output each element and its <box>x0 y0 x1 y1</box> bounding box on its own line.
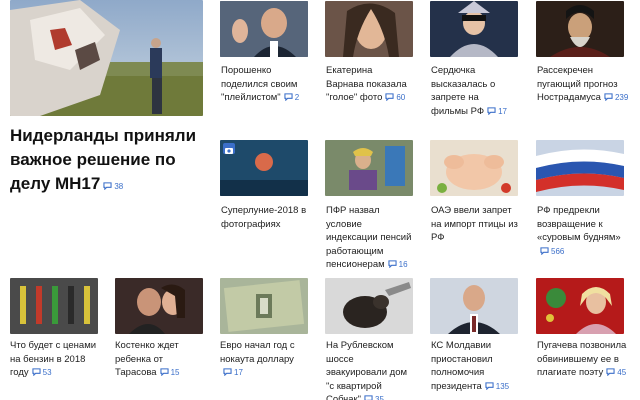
news-thumbnail[interactable] <box>536 1 624 57</box>
comment-count[interactable]: 53 <box>32 366 52 380</box>
comment-icon <box>385 93 394 102</box>
comment-count[interactable]: 566 <box>540 245 564 259</box>
news-caption[interactable]: Сердючка высказалась о запрете на фильмы… <box>431 64 517 118</box>
comment-count[interactable]: 17 <box>487 105 507 119</box>
comment-count[interactable]: 38 <box>103 175 123 199</box>
news-caption[interactable]: ПФР назвал условие индексации пенсий раб… <box>326 204 414 272</box>
news-thumbnail[interactable] <box>220 1 308 57</box>
comment-icon <box>160 368 169 377</box>
lead-news-image[interactable] <box>10 0 203 116</box>
news-headline[interactable]: Суперлуние-2018 в фотографиях <box>221 205 306 230</box>
comment-icon <box>604 93 613 102</box>
news-thumbnail[interactable] <box>220 140 308 196</box>
comment-count[interactable]: 17 <box>223 366 243 380</box>
comment-count[interactable]: 239 <box>604 91 628 105</box>
news-caption[interactable]: Суперлуние-2018 в фотографиях <box>221 204 307 231</box>
news-caption[interactable]: ОАЭ ввели запрет на импорт птицы из РФ <box>431 204 523 245</box>
news-thumbnail[interactable] <box>536 140 624 196</box>
news-caption[interactable]: Евро начал год с нокаута доллару17 <box>220 339 306 380</box>
news-thumbnail[interactable] <box>220 278 308 334</box>
news-headline[interactable]: Евро начал год с нокаута доллару <box>220 340 295 365</box>
news-caption[interactable]: Пугачева позвонила обвинившему ее в плаг… <box>537 339 627 380</box>
news-thumbnail[interactable] <box>325 278 413 334</box>
comment-count[interactable]: 15 <box>160 366 180 380</box>
news-caption[interactable]: Что будет с ценами на бензин в 2018 году… <box>10 339 98 380</box>
news-headline[interactable]: Сердючка высказалась о запрете на фильмы… <box>431 65 495 117</box>
lead-news-title[interactable]: Нидерланды приняли важное решение по дел… <box>10 124 205 199</box>
comment-count[interactable]: 2 <box>284 91 299 105</box>
news-caption[interactable]: Рассекречен пугающий прогноз Нострадамус… <box>537 64 629 105</box>
comment-icon <box>540 246 549 255</box>
news-headline[interactable]: На Рублевском шоссе эвакуировали дом "с … <box>326 340 407 400</box>
news-thumbnail[interactable] <box>325 1 413 57</box>
comment-count[interactable]: 16 <box>388 258 408 272</box>
news-caption[interactable]: РФ предрекли возвращение к «суровым будн… <box>537 204 623 258</box>
comment-icon <box>364 395 373 400</box>
camera-icon <box>223 143 235 154</box>
news-caption[interactable]: Костенко ждет ребенка от Тарасова 15 <box>115 339 203 380</box>
comment-count[interactable]: 60 <box>385 91 405 105</box>
news-headline[interactable]: Что будет с ценами на бензин в 2018 году <box>10 340 96 378</box>
news-caption[interactable]: Екатерина Варнава показала "голое" фото 6… <box>326 64 412 105</box>
comment-count[interactable]: 35 <box>364 393 384 400</box>
comment-icon <box>487 106 496 115</box>
news-thumbnail[interactable] <box>430 140 518 196</box>
news-thumbnail[interactable] <box>430 1 518 57</box>
comment-icon <box>103 182 112 191</box>
news-headline[interactable]: РФ предрекли возвращение к «суровым будн… <box>537 205 621 243</box>
news-thumbnail[interactable] <box>10 278 98 334</box>
news-caption[interactable]: КС Молдавии приостановил полномочия през… <box>431 339 517 393</box>
comment-count[interactable]: 45 <box>606 366 626 380</box>
comment-icon <box>223 368 232 377</box>
comment-count[interactable]: 135 <box>485 380 509 394</box>
news-thumbnail[interactable] <box>115 278 203 334</box>
news-caption[interactable]: Порошенко поделился своим "плейлистом" 2 <box>221 64 307 105</box>
news-thumbnail[interactable] <box>430 278 518 334</box>
news-thumbnail[interactable] <box>536 278 624 334</box>
comment-icon <box>284 93 293 102</box>
news-headline[interactable]: ОАЭ ввели запрет на импорт птицы из РФ <box>431 205 518 243</box>
comment-icon <box>32 368 41 377</box>
news-caption[interactable]: На Рублевском шоссе эвакуировали дом "с … <box>326 339 416 400</box>
comment-icon <box>606 368 615 377</box>
news-headline[interactable]: КС Молдавии приостановил полномочия през… <box>431 340 493 392</box>
news-thumbnail[interactable] <box>325 140 413 196</box>
comment-icon <box>388 260 397 269</box>
comment-icon <box>485 381 494 390</box>
